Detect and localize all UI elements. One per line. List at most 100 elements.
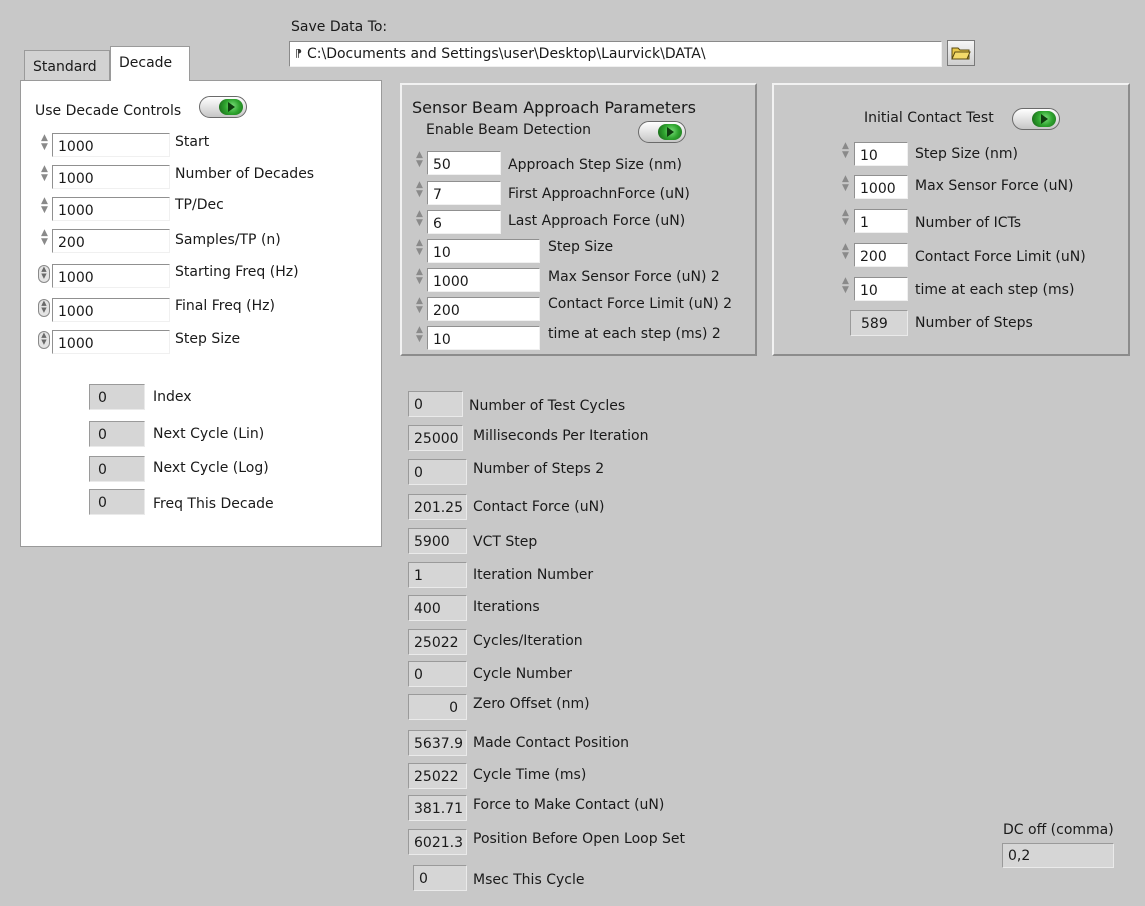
last-approach-label: Last Approach Force (uN) bbox=[508, 213, 686, 229]
final-freq-label: Final Freq (Hz) bbox=[175, 298, 275, 314]
ict-max-force-field[interactable]: 1000 bbox=[854, 175, 908, 199]
sensor-step-size-spinner[interactable]: ▲ ▼ bbox=[414, 239, 425, 265]
step-size-field[interactable]: 1000 bbox=[52, 330, 170, 354]
freq-this-decade-label: Freq This Decade bbox=[153, 496, 274, 512]
contact-force-label: Contact Force (uN) bbox=[473, 499, 605, 515]
first-approach-label: First ApproachnForce (uN) bbox=[508, 186, 690, 202]
ict-step-size-spinner[interactable]: ▲ ▼ bbox=[840, 142, 851, 168]
samples-tp-label: Samples/TP (n) bbox=[175, 232, 281, 248]
ict-contact-limit-label: Contact Force Limit (uN) bbox=[915, 249, 1086, 265]
cycles-iteration-indicator: 25022 bbox=[408, 629, 467, 655]
first-approach-spinner[interactable]: ▲ ▼ bbox=[414, 181, 425, 207]
position-before-open-loop-label: Position Before Open Loop Set bbox=[473, 831, 686, 847]
num-decades-field[interactable]: 1000 bbox=[52, 165, 170, 189]
ict-step-size-field[interactable]: 10 bbox=[854, 142, 908, 166]
start-spinner[interactable]: ▲ ▼ bbox=[39, 134, 50, 160]
start-freq-label: Starting Freq (Hz) bbox=[175, 264, 299, 280]
dc-off-label: DC off (comma) bbox=[1003, 822, 1114, 838]
use-decade-toggle[interactable] bbox=[199, 96, 247, 118]
first-approach-field[interactable]: 7 bbox=[427, 181, 501, 205]
tp-dec-label: TP/Dec bbox=[175, 197, 224, 213]
time-each-step-2-spinner[interactable]: ▲ ▼ bbox=[414, 326, 425, 352]
max-sensor-force-2-label: Max Sensor Force (uN) 2 bbox=[548, 269, 720, 285]
path-icon: ⁋ bbox=[295, 47, 302, 60]
num-decades-label: Number of Decades bbox=[175, 166, 315, 182]
samples-tp-field[interactable]: 200 bbox=[52, 229, 170, 253]
last-approach-spinner[interactable]: ▲ ▼ bbox=[414, 210, 425, 236]
tab-standard[interactable]: Standard bbox=[24, 50, 110, 80]
next-cycle-log-label: Next Cycle (Log) bbox=[153, 460, 269, 476]
use-decade-label: Use Decade Controls bbox=[35, 103, 182, 119]
ict-max-force-label: Max Sensor Force (uN) bbox=[915, 178, 1074, 194]
ict-time-step-field[interactable]: 10 bbox=[854, 277, 908, 301]
zero-offset-label: Zero Offset (nm) bbox=[473, 696, 590, 712]
time-each-step-2-field[interactable]: 10 bbox=[427, 326, 540, 350]
iterations-indicator: 400 bbox=[408, 595, 467, 621]
ict-toggle[interactable] bbox=[1012, 108, 1060, 130]
tab-decade[interactable]: Decade bbox=[110, 46, 190, 81]
step-size-spinner[interactable]: ▲ ▼ bbox=[38, 331, 50, 349]
start-label: Start bbox=[175, 134, 210, 150]
force-make-contact-indicator: 381.71 bbox=[408, 795, 467, 821]
msec-this-cycle-indicator: 0 bbox=[413, 865, 467, 891]
contact-force-limit-2-field[interactable]: 200 bbox=[427, 297, 540, 321]
cycle-number-label: Cycle Number bbox=[473, 666, 572, 682]
iteration-number-indicator: 1 bbox=[408, 562, 467, 588]
final-freq-spinner[interactable]: ▲ ▼ bbox=[38, 299, 50, 317]
num-steps-2-label: Number of Steps 2 bbox=[473, 461, 605, 477]
ms-per-iteration-label: Milliseconds Per Iteration bbox=[473, 428, 649, 444]
num-test-cycles-indicator: 0 bbox=[408, 391, 463, 417]
final-freq-field[interactable]: 1000 bbox=[52, 298, 170, 322]
cycle-time-indicator: 25022 bbox=[408, 763, 467, 789]
start-freq-spinner[interactable]: ▲ ▼ bbox=[38, 265, 50, 283]
save-path-field[interactable]: ⁋ C:\Documents and Settings\user\Desktop… bbox=[289, 41, 942, 67]
num-decades-spinner[interactable]: ▲ ▼ bbox=[39, 165, 50, 191]
next-cycle-lin-indicator: 0 bbox=[89, 421, 145, 447]
iterations-label: Iterations bbox=[473, 599, 540, 615]
time-each-step-2-label: time at each step (ms) 2 bbox=[548, 326, 721, 342]
zero-offset-indicator: 0 bbox=[408, 694, 467, 720]
iteration-number-label: Iteration Number bbox=[473, 567, 594, 583]
start-field[interactable]: 1000 bbox=[52, 133, 170, 157]
ict-contact-limit-field[interactable]: 200 bbox=[854, 243, 908, 267]
ict-time-step-spinner[interactable]: ▲ ▼ bbox=[840, 277, 851, 303]
samples-tp-spinner[interactable]: ▲ ▼ bbox=[39, 229, 50, 255]
cycle-time-label: Cycle Time (ms) bbox=[473, 767, 587, 783]
max-sensor-force-2-field[interactable]: 1000 bbox=[427, 268, 540, 292]
num-test-cycles-label: Number of Test Cycles bbox=[469, 398, 626, 414]
made-contact-position-indicator: 5637.9 bbox=[408, 730, 467, 756]
ict-max-force-spinner[interactable]: ▲ ▼ bbox=[840, 175, 851, 201]
approach-step-label: Approach Step Size (nm) bbox=[508, 157, 682, 173]
ict-step-size-label: Step Size (nm) bbox=[915, 146, 1018, 162]
ms-per-iteration-indicator: 25000 bbox=[408, 425, 463, 451]
freq-this-decade-indicator: 0 bbox=[89, 489, 145, 515]
approach-step-field[interactable]: 50 bbox=[427, 151, 501, 175]
num-icts-spinner[interactable]: ▲ ▼ bbox=[840, 209, 851, 235]
index-label: Index bbox=[153, 389, 192, 405]
last-approach-field[interactable]: 6 bbox=[427, 210, 501, 234]
num-icts-label: Number of ICTs bbox=[915, 215, 1022, 231]
cycle-number-indicator: 0 bbox=[408, 661, 467, 687]
sensor-step-size-field[interactable]: 10 bbox=[427, 239, 540, 263]
start-freq-field[interactable]: 1000 bbox=[52, 264, 170, 288]
ict-num-steps-label: Number of Steps bbox=[915, 315, 1033, 331]
contact-force-limit-2-spinner[interactable]: ▲ ▼ bbox=[414, 297, 425, 323]
ict-contact-limit-spinner[interactable]: ▲ ▼ bbox=[840, 243, 851, 269]
approach-step-spinner[interactable]: ▲ ▼ bbox=[414, 151, 425, 177]
position-before-open-loop-indicator: 6021.3 bbox=[408, 829, 467, 855]
force-make-contact-label: Force to Make Contact (uN) bbox=[473, 797, 665, 813]
browse-button[interactable] bbox=[947, 40, 975, 66]
save-data-label: Save Data To: bbox=[291, 19, 388, 35]
index-indicator: 0 bbox=[89, 384, 145, 410]
sensor-step-size-label: Step Size bbox=[548, 239, 614, 255]
num-icts-field[interactable]: 1 bbox=[854, 209, 908, 233]
folder-icon bbox=[951, 47, 971, 60]
save-path-value: C:\Documents and Settings\user\Desktop\L… bbox=[307, 46, 706, 62]
next-cycle-lin-label: Next Cycle (Lin) bbox=[153, 426, 265, 442]
enable-beam-toggle[interactable] bbox=[638, 121, 686, 143]
ict-time-step-label: time at each step (ms) bbox=[915, 282, 1075, 298]
tp-dec-spinner[interactable]: ▲ ▼ bbox=[39, 197, 50, 223]
max-sensor-force-2-spinner[interactable]: ▲ ▼ bbox=[414, 268, 425, 294]
vct-step-indicator: 5900 bbox=[408, 528, 467, 554]
tp-dec-field[interactable]: 1000 bbox=[52, 197, 170, 221]
